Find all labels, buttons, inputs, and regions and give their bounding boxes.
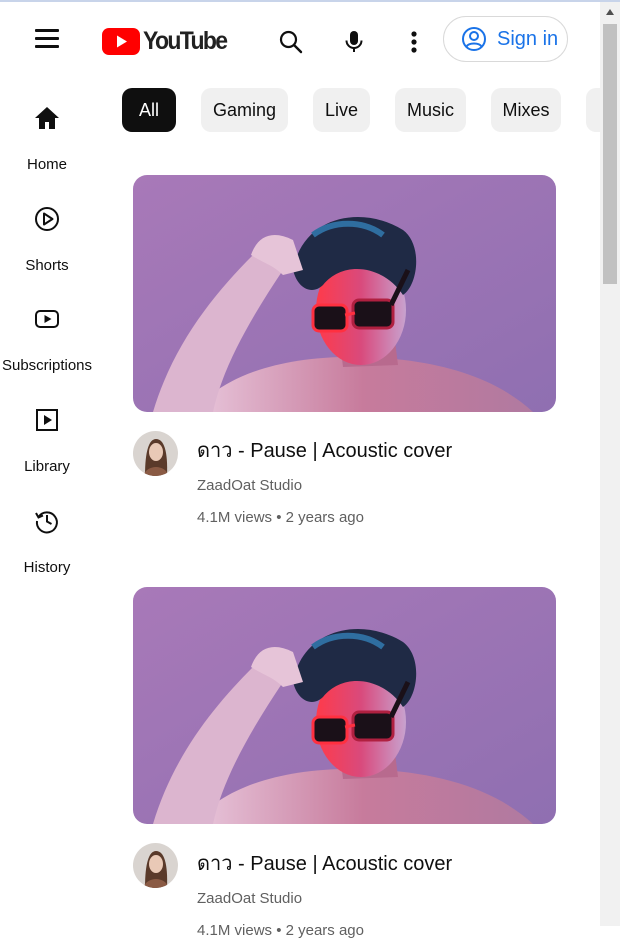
sidebar-item-label: History (23, 559, 71, 576)
sidebar-item-history[interactable]: History (0, 493, 94, 583)
sign-in-button[interactable]: Sign in (443, 16, 568, 62)
sidebar-item-label: Shorts (25, 257, 69, 274)
youtube-play-logo-icon (102, 27, 140, 55)
channel-name[interactable]: ZaadOat Studio (197, 477, 302, 494)
video-title[interactable]: ดาว - Pause | Acoustic cover (197, 847, 452, 879)
channel-avatar[interactable] (133, 843, 178, 888)
video-meta: 4.1M views • 2 years ago (197, 922, 364, 939)
logo-wordmark: YouTube (143, 26, 228, 55)
sign-in-label: Sign in (497, 27, 559, 50)
history-icon (35, 511, 58, 534)
youtube-logo[interactable]: YouTube (102, 26, 234, 56)
video-meta: 4.1M views • 2 years ago (197, 509, 364, 526)
channel-name[interactable]: ZaadOat Studio (197, 890, 302, 907)
video-thumbnail[interactable] (133, 175, 556, 412)
sidebar-item-label: Home (26, 156, 67, 173)
sidebar-item-library[interactable]: Library (0, 392, 94, 482)
home-icon (35, 107, 59, 129)
shorts-icon (35, 207, 59, 231)
subscriptions-icon (35, 310, 59, 328)
masthead: YouTube Sign in (0, 2, 600, 78)
hamburger-menu-icon[interactable] (28, 22, 66, 56)
sidebar-item-shorts[interactable]: Shorts (0, 191, 94, 281)
sidebar-item-label: Subscriptions (1, 357, 93, 374)
chip-all[interactable]: All (122, 88, 176, 132)
chip-next-partial[interactable] (586, 88, 600, 132)
chip-bar: All Gaming Live Music Mixes (122, 88, 600, 134)
scroll-up-arrow-icon[interactable] (600, 2, 620, 22)
more-vertical-icon[interactable] (396, 24, 432, 60)
chip-music[interactable]: Music (395, 88, 466, 132)
sidebar-item-home[interactable]: Home (0, 90, 94, 180)
vertical-scrollbar[interactable] (600, 2, 620, 926)
library-icon (36, 409, 58, 431)
microphone-icon[interactable] (336, 24, 372, 60)
video-thumbnail[interactable] (133, 587, 556, 824)
account-circle-icon (462, 27, 486, 51)
channel-avatar[interactable] (133, 431, 178, 476)
chip-mixes[interactable]: Mixes (491, 88, 561, 132)
chip-gaming[interactable]: Gaming (201, 88, 288, 132)
search-icon[interactable] (273, 24, 309, 60)
scrollbar-thumb[interactable] (603, 24, 617, 284)
sidebar-item-label: Library (24, 458, 70, 475)
video-title[interactable]: ดาว - Pause | Acoustic cover (197, 434, 452, 466)
chip-live[interactable]: Live (313, 88, 370, 132)
sidebar-item-subscriptions[interactable]: Subscriptions (0, 291, 94, 381)
